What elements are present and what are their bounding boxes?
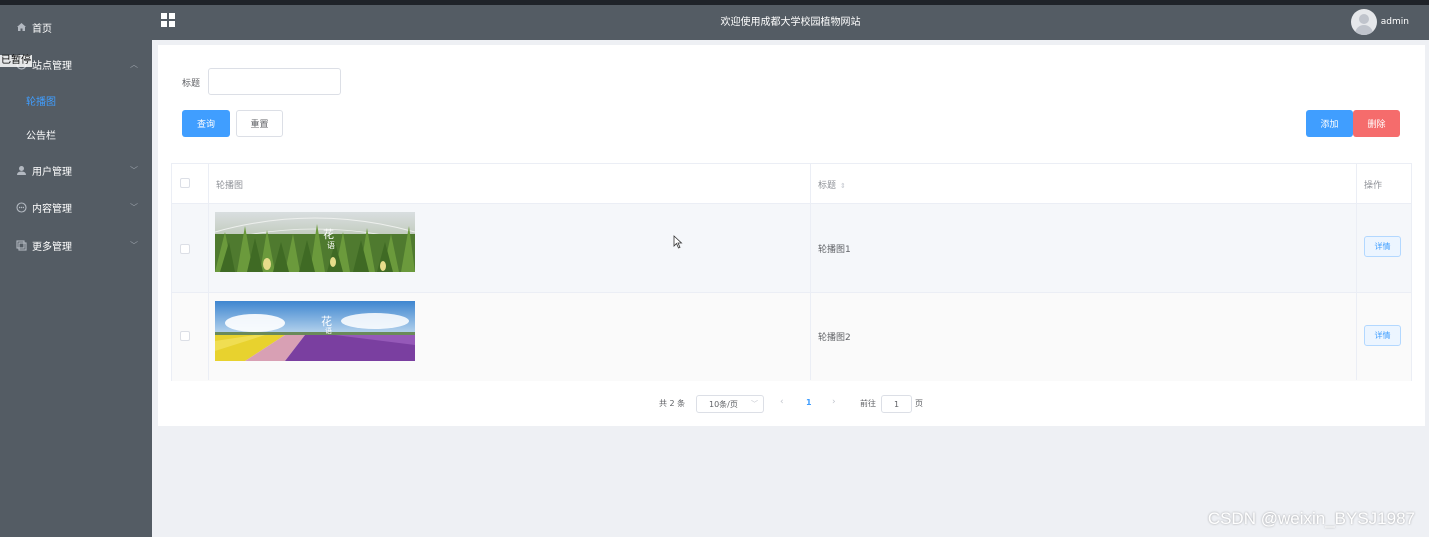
svg-text:语: 语 <box>327 240 335 250</box>
row-title: 轮播图2 <box>818 333 851 343</box>
detail-button[interactable]: 详情 <box>1364 325 1401 346</box>
column-header-action: 操作 <box>1364 181 1383 191</box>
sidebar-item-carousel[interactable]: 轮播图 <box>0 83 152 117</box>
add-button[interactable]: 添加 <box>1306 110 1353 137</box>
sidebar-item-notice[interactable]: 公告栏 <box>0 117 152 151</box>
chat-icon <box>15 201 27 213</box>
column-header-title[interactable]: 标题 ⇕ <box>818 178 846 191</box>
title-search-input[interactable] <box>208 68 341 95</box>
top-header: 欢迎使用成都大学校园植物网站 admin <box>152 0 1429 40</box>
sidebar: 首页 站点管理 ︿ 已暂停 轮播图 公告栏 用户管理 ﹀ 内容管理 ﹀ 更多管理… <box>0 0 152 537</box>
sidebar-item-label: 用户管理 <box>32 166 72 178</box>
query-button[interactable]: 查询 <box>182 110 230 137</box>
chevron-up-icon: ︿ <box>130 59 138 69</box>
copy-icon <box>15 239 27 251</box>
data-table: 轮播图 标题 ⇕ 操作 花 语 轮播图1 详情 花 语 轮播图2 详情 <box>171 163 1412 381</box>
sidebar-item-more[interactable]: 更多管理 ﹀ <box>0 227 152 263</box>
delete-button[interactable]: 删除 <box>1353 110 1400 137</box>
page-title: 欢迎使用成都大学校园植物网站 <box>720 17 861 28</box>
sidebar-item-content[interactable]: 内容管理 ﹀ <box>0 189 152 225</box>
home-icon <box>15 21 27 33</box>
pagination-total: 共 2 条 <box>659 399 686 408</box>
select-all-checkbox[interactable] <box>180 178 190 188</box>
carousel-image-greenhouse: 花 语 <box>215 212 415 272</box>
chevron-down-icon: ﹀ <box>130 202 138 212</box>
svg-text:语: 语 <box>325 326 332 335</box>
chevron-down-icon: ﹀ <box>130 240 138 250</box>
mouse-cursor-icon <box>673 235 683 252</box>
sidebar-item-label: 内容管理 <box>32 203 72 215</box>
page-unit-label: 页 <box>915 399 923 408</box>
content-card: 标题 查询 重置 添加 删除 轮播图 标题 ⇕ 操作 花 语 轮播图1 详情 花… <box>158 45 1425 426</box>
sort-icon[interactable]: ⇕ <box>840 182 846 190</box>
prev-page-button[interactable]: ‹ <box>780 397 784 407</box>
sidebar-item-label: 站点管理 <box>32 60 72 72</box>
table-row: 花 语 轮播图2 详情 <box>172 293 1411 381</box>
paused-overlay: 已暂停 <box>0 55 32 67</box>
table-header-row: 轮播图 标题 ⇕ 操作 <box>172 164 1411 204</box>
page-number-current[interactable]: 1 <box>806 398 812 407</box>
sidebar-item-label: 首页 <box>32 23 52 35</box>
row-checkbox[interactable] <box>180 331 190 341</box>
next-page-button[interactable]: › <box>832 397 836 407</box>
user-icon <box>15 164 27 176</box>
page-size-value: 10条/页 <box>709 399 738 409</box>
sidebar-item-home[interactable]: 首页 <box>0 9 152 45</box>
column-divider <box>208 164 209 380</box>
detail-button[interactable]: 详情 <box>1364 236 1401 257</box>
watermark: CSDN @weixin_BYSJ1987 <box>1207 509 1415 528</box>
sidebar-item-users[interactable]: 用户管理 ﹀ <box>0 152 152 188</box>
goto-label: 前往 <box>860 399 876 408</box>
reset-button[interactable]: 重置 <box>236 110 283 137</box>
chevron-down-icon: ﹀ <box>751 400 758 408</box>
row-checkbox[interactable] <box>180 244 190 254</box>
chevron-down-icon: ﹀ <box>130 165 138 175</box>
column-divider <box>1356 164 1357 380</box>
page-size-select[interactable]: 10条/页 ﹀ <box>696 395 764 413</box>
row-title: 轮播图1 <box>818 245 851 255</box>
column-divider <box>810 164 811 380</box>
column-header-title-label: 标题 <box>818 181 837 191</box>
pagination: 共 2 条 10条/页 ﹀ ‹ 1 › 前往 页 <box>158 395 1425 413</box>
goto-page-input[interactable] <box>881 395 912 413</box>
sidebar-item-label: 更多管理 <box>32 241 72 253</box>
table-row: 花 语 轮播图1 详情 <box>172 204 1411 293</box>
carousel-image-tulip-field: 花 语 <box>215 301 415 361</box>
svg-text:花: 花 <box>323 228 334 241</box>
column-header-image: 轮播图 <box>216 181 244 191</box>
search-label: 标题 <box>182 79 201 89</box>
user-name[interactable]: admin <box>1381 5 1409 40</box>
avatar[interactable] <box>1351 9 1377 35</box>
